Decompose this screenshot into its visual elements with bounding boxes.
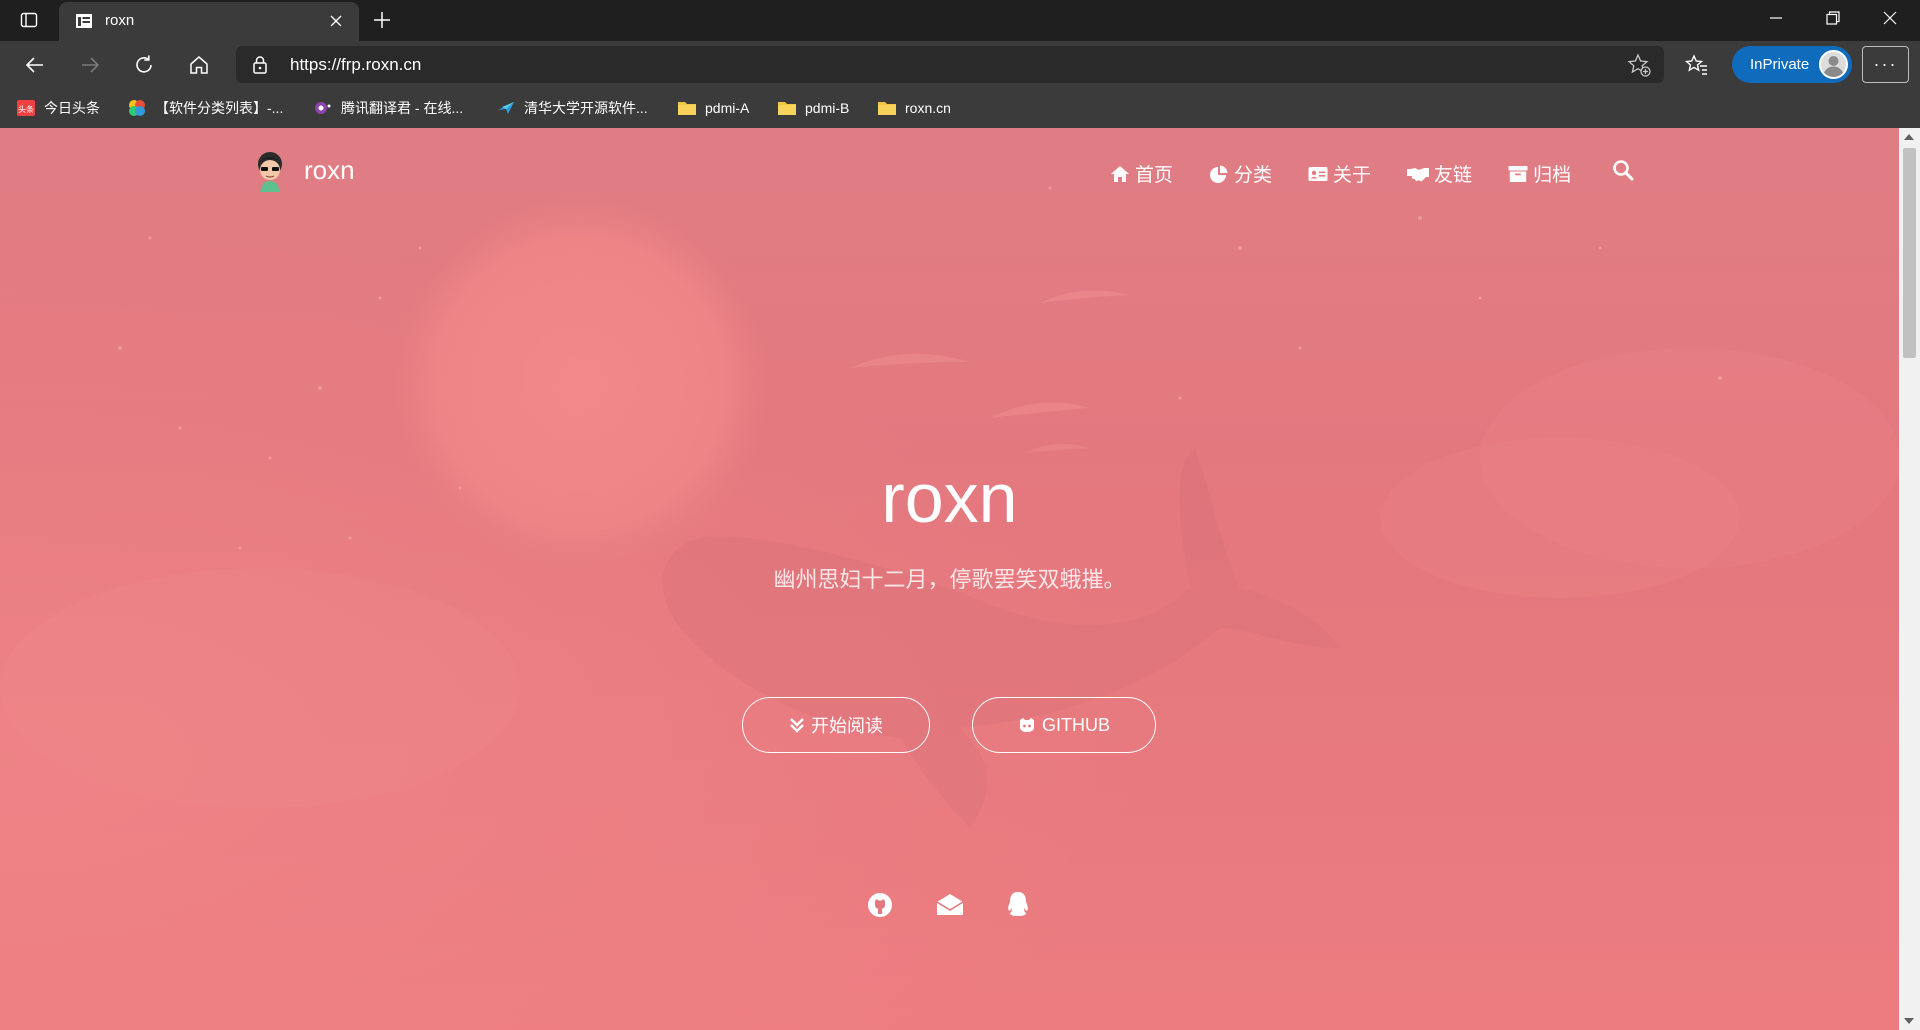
tab-close-button[interactable] [325, 10, 347, 32]
translate-icon [313, 98, 333, 118]
tab-title: roxn [105, 12, 135, 29]
close-icon [330, 15, 342, 27]
back-button[interactable] [18, 48, 52, 82]
restore-icon [1826, 11, 1840, 25]
restore-button[interactable] [1805, 0, 1861, 36]
bookmark-label: 腾讯翻译君 - 在线... [341, 100, 464, 116]
avatar-logo-icon [258, 152, 282, 192]
start-reading-label: 开始阅读 [811, 716, 883, 736]
bookmark-label: pdmi-A [705, 100, 750, 116]
bookmark-label: 清华大学开源软件... [524, 100, 648, 116]
tab-actions-button[interactable] [14, 8, 44, 32]
title-bar: roxn [0, 0, 1920, 41]
bookmark-label: roxn.cn [905, 100, 951, 116]
hero-subtitle: 幽州思妇十二月，停歌罢笑双蛾摧。 [773, 567, 1126, 592]
handshake-icon [1407, 167, 1430, 181]
bookmarks-bar: 头条 今日头条 【软件分类列表】-... 腾讯翻译君 - 在线... 清华大学开… [0, 88, 1920, 128]
nav-label: 首页 [1135, 165, 1174, 186]
nav-item-archive[interactable]: 归档 [1508, 160, 1571, 187]
bookmark-item[interactable]: 头条 今日头条 [16, 94, 100, 122]
nav-label: 关于 [1333, 165, 1372, 186]
qq-icon [1008, 892, 1028, 916]
nav-item-categories[interactable]: 分类 [1209, 160, 1272, 187]
brand-name: roxn [304, 154, 355, 185]
bookmark-label: 【软件分类列表】-... [155, 100, 284, 116]
hero-title: roxn [881, 459, 1018, 537]
favorites-icon [1685, 54, 1707, 75]
folder-icon [677, 98, 697, 118]
nav-item-links[interactable]: 友链 [1407, 160, 1472, 187]
folder-icon [777, 98, 797, 118]
lock-icon[interactable] [252, 55, 268, 74]
settings-more-button[interactable]: ··· [1862, 46, 1909, 83]
forward-button[interactable] [73, 48, 107, 82]
site-favicon-icon [76, 14, 92, 28]
github-label: GITHUB [1041, 714, 1110, 735]
close-window-icon [1883, 11, 1897, 25]
page-scrollbar[interactable] [1899, 128, 1920, 1030]
profile-avatar-icon [1819, 50, 1848, 79]
nav-item-home[interactable]: 首页 [1110, 160, 1173, 187]
home-icon [190, 56, 208, 74]
bookmark-item[interactable]: pdmi-B [777, 94, 849, 122]
search-button[interactable] [1612, 159, 1634, 186]
email-icon [936, 894, 964, 915]
favorites-button[interactable] [1680, 48, 1714, 82]
arrow-right-icon [82, 57, 100, 73]
tab-actions-icon [20, 12, 38, 28]
scroll-up-arrow-icon[interactable] [1904, 134, 1914, 140]
bookmark-item[interactable]: 腾讯翻译君 - 在线... [313, 94, 463, 122]
pinwheel-icon [127, 98, 147, 118]
inprivate-label: InPrivate [1750, 56, 1810, 73]
address-bar[interactable]: https://frp.roxn.cn [236, 46, 1664, 83]
inprivate-button[interactable]: InPrivate [1732, 46, 1852, 83]
scrollbar-thumb[interactable] [1903, 148, 1916, 358]
plus-icon [374, 12, 390, 28]
site-brand[interactable]: roxn [250, 148, 355, 192]
bookmark-item[interactable]: roxn.cn [877, 94, 951, 122]
nav-label: 友链 [1434, 165, 1473, 186]
social-link-github[interactable] [865, 890, 895, 920]
browser-tab[interactable]: roxn [59, 2, 359, 41]
home-button[interactable] [182, 48, 216, 82]
nav-item-about[interactable]: 关于 [1308, 160, 1371, 187]
scroll-down-arrow-icon[interactable] [1904, 1018, 1914, 1024]
chevron-double-down-icon [790, 718, 804, 733]
social-link-qq[interactable] [1003, 890, 1033, 920]
minimize-button[interactable] [1748, 0, 1804, 36]
url-text: https://frp.roxn.cn [290, 55, 422, 74]
bookmark-item[interactable]: 【软件分类列表】-... [127, 94, 283, 122]
refresh-icon [136, 55, 152, 73]
new-tab-button[interactable] [368, 6, 396, 34]
browser-toolbar: https://frp.roxn.cn InPrivate ··· [0, 41, 1920, 88]
search-icon [1613, 160, 1634, 181]
minimize-icon [1770, 17, 1782, 19]
folder-icon [877, 98, 897, 118]
start-reading-button[interactable]: 开始阅读 [742, 697, 930, 753]
arrow-left-icon [25, 57, 43, 73]
main-nav: 首页 分类 关于 友链 归档 [1110, 160, 1571, 187]
toutiao-icon: 头条 [16, 98, 36, 118]
tsinghua-icon [496, 98, 516, 118]
bookmark-label: pdmi-B [805, 100, 850, 116]
home-icon [1111, 165, 1129, 182]
nav-label: 归档 [1533, 165, 1572, 186]
close-window-button[interactable] [1862, 0, 1918, 36]
github-octocat-icon [1019, 718, 1034, 732]
archive-icon [1508, 165, 1528, 182]
refresh-button[interactable] [127, 48, 161, 82]
social-link-email[interactable] [935, 890, 965, 920]
github-icon [868, 893, 892, 917]
svg-text:头条: 头条 [18, 104, 34, 114]
pie-chart-icon [1210, 165, 1228, 183]
bookmark-item[interactable]: pdmi-A [677, 94, 749, 122]
nav-label: 分类 [1234, 165, 1273, 186]
add-favorite-icon[interactable] [1626, 52, 1652, 78]
id-card-icon [1308, 166, 1328, 181]
web-page: roxn 首页 分类 关于 友链 归档 roxn 幽州思妇十二月，停歌罢笑双蛾摧… [0, 128, 1899, 1030]
bookmark-item[interactable]: 清华大学开源软件... [496, 94, 648, 122]
bookmark-label: 今日头条 [44, 100, 100, 116]
github-button[interactable]: GITHUB [972, 697, 1156, 753]
